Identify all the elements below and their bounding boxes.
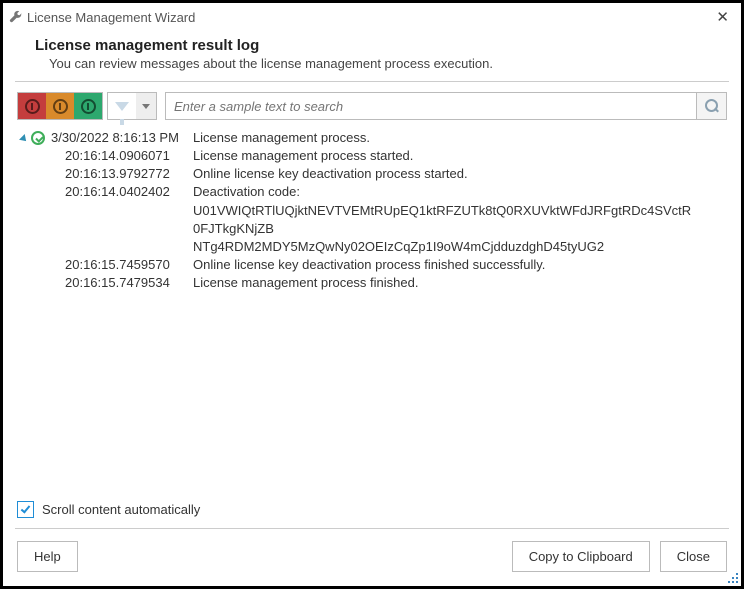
search-button[interactable]	[697, 92, 727, 120]
log-timestamp: 20:16:15.7479534	[65, 274, 193, 292]
log-message: License management process finished.	[193, 274, 727, 292]
search-wrap	[165, 92, 727, 120]
funnel-icon	[115, 102, 129, 111]
log-row: 20:16:14.0402402Deactivation code: U01VW…	[65, 183, 727, 256]
log-timestamp: 20:16:13.9792772	[65, 165, 193, 183]
log-root-message: License management process.	[193, 130, 370, 145]
log-message: Online license key deactivation process …	[193, 165, 727, 183]
header: License management result log You can re…	[15, 31, 729, 82]
toolbar	[3, 82, 741, 128]
footer: Help Copy to Clipboard Close	[3, 529, 741, 586]
expand-toggle-icon[interactable]	[19, 134, 29, 144]
filter-error-button[interactable]	[18, 93, 46, 119]
filter-dropdown-button[interactable]	[136, 93, 156, 119]
log-root-row: 3/30/2022 8:16:13 PM License management …	[17, 130, 727, 145]
log-rows: 20:16:14.0906071License management proce…	[17, 147, 727, 293]
wrench-icon	[9, 10, 23, 24]
close-button[interactable]: Close	[660, 541, 727, 572]
log-message: License management process started.	[193, 147, 727, 165]
filter-info-button[interactable]	[74, 93, 102, 119]
copy-clipboard-button[interactable]: Copy to Clipboard	[512, 541, 650, 572]
log-message: Online license key deactivation process …	[193, 256, 727, 274]
info-icon	[81, 99, 96, 114]
log-row: 20:16:14.0906071License management proce…	[65, 147, 727, 165]
log-area: 3/30/2022 8:16:13 PM License management …	[3, 128, 741, 497]
log-timestamp: 20:16:14.0402402	[65, 183, 193, 201]
log-row: 20:16:13.9792772Online license key deact…	[65, 165, 727, 183]
titlebar: License Management Wizard ✕	[3, 3, 741, 31]
filter-button[interactable]	[108, 93, 136, 119]
warning-icon	[53, 99, 68, 114]
log-timestamp: 20:16:14.0906071	[65, 147, 193, 165]
scroll-auto-label: Scroll content automatically	[42, 502, 200, 517]
close-icon[interactable]: ✕	[712, 8, 733, 26]
log-message: Deactivation code: U01VWIQtRTlUQjktNEVTV…	[193, 183, 727, 256]
search-input[interactable]	[165, 92, 697, 120]
log-root-timestamp: 3/30/2022 8:16:13 PM	[51, 130, 179, 145]
resize-grip[interactable]	[726, 571, 738, 583]
scroll-auto-row: Scroll content automatically	[3, 497, 741, 528]
error-icon	[25, 99, 40, 114]
scroll-auto-checkbox[interactable]	[17, 501, 34, 518]
page-subtitle: You can review messages about the licens…	[35, 56, 709, 71]
window-title: License Management Wizard	[27, 10, 712, 25]
page-title: License management result log	[35, 37, 709, 54]
check-icon	[21, 503, 31, 513]
log-timestamp: 20:16:15.7459570	[65, 256, 193, 274]
success-icon	[31, 131, 45, 145]
log-row: 20:16:15.7459570Online license key deact…	[65, 256, 727, 274]
log-row: 20:16:15.7479534License management proce…	[65, 274, 727, 292]
chevron-down-icon	[142, 104, 150, 109]
filter-group	[107, 92, 157, 120]
help-button[interactable]: Help	[17, 541, 78, 572]
severity-filter-group	[17, 92, 103, 120]
license-wizard-window: License Management Wizard ✕ License mana…	[0, 0, 744, 589]
search-icon	[705, 99, 719, 113]
filter-warning-button[interactable]	[46, 93, 74, 119]
